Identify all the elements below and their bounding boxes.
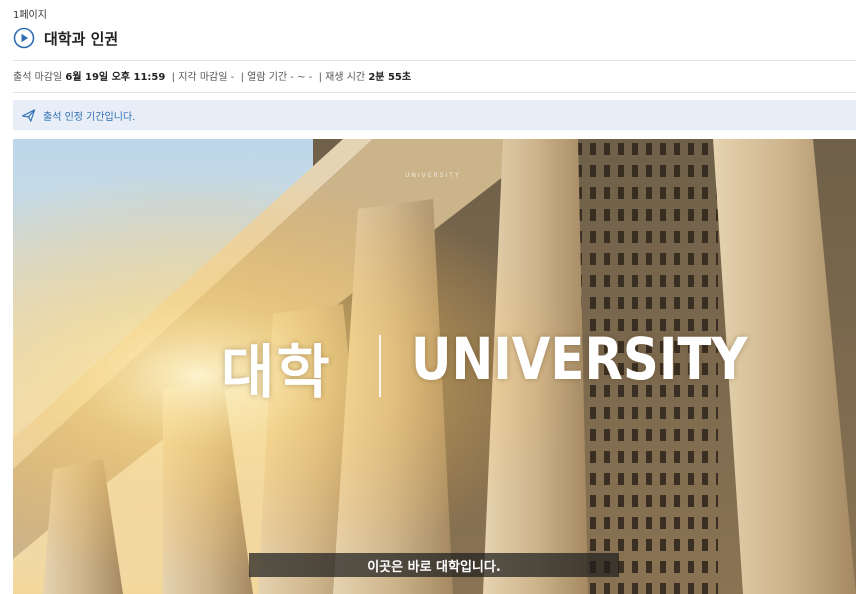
video-small-caption: UNIVERSITY: [405, 172, 461, 179]
late-deadline-label: 지각 마감일: [178, 72, 228, 83]
page-label: 1페이지: [13, 10, 47, 21]
video-player[interactable]: UNIVERSITY 대학 UNIVERSITY 이곳은 바로 대학입니다.: [13, 139, 856, 594]
play-time-label: 재생 시간: [325, 72, 366, 83]
viewing-period-value: - ~ -: [290, 72, 313, 83]
viewing-period-label: 열람 기간: [247, 72, 288, 83]
subtitle-bar: 이곳은 바로 대학입니다.: [249, 553, 619, 577]
play-time-value: 2분 55초: [368, 72, 412, 83]
paper-plane-icon: [21, 108, 36, 123]
headline-separator: [379, 335, 381, 397]
divider: [13, 92, 856, 93]
notice-text: 출석 인정 기간입니다.: [43, 111, 136, 123]
lecture-meta: 출석 마감일 6월 19일 오후 11:59 | 지각 마감일 - | 열람 기…: [13, 72, 412, 83]
video-subtitle: 이곳은 바로 대학입니다.: [367, 559, 501, 575]
attendance-deadline-label: 출석 마감일: [13, 72, 63, 83]
play-circle-icon[interactable]: [13, 27, 35, 49]
late-deadline-value: -: [230, 72, 235, 83]
video-headline-english: UNIVERSITY: [411, 325, 748, 393]
lecture-title: 대학과 인권: [44, 29, 119, 48]
lecture-header: 대학과 인권: [13, 27, 118, 49]
video-headline-korean: 대학: [221, 338, 332, 406]
attendance-notice: 출석 인정 기간입니다.: [13, 100, 856, 130]
attendance-deadline-value: 6월 19일 오후 11:59: [65, 72, 166, 83]
divider: [13, 60, 856, 61]
